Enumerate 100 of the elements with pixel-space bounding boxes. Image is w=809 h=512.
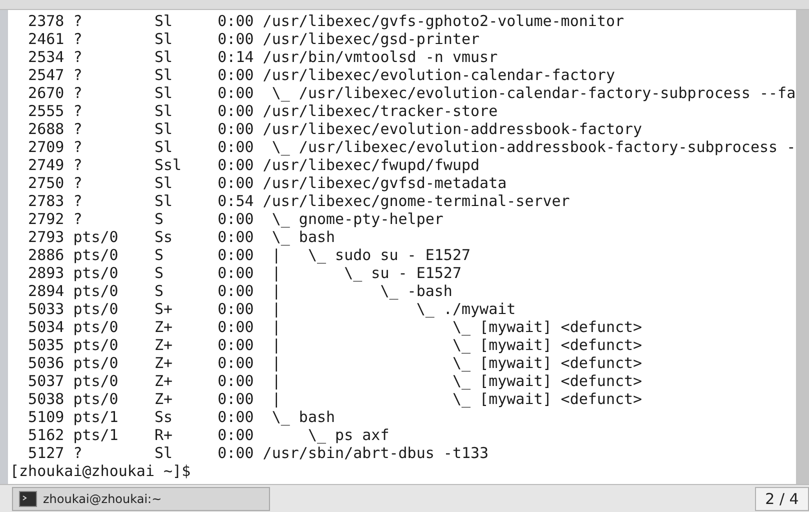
command-text: \_ /usr/libexec/evolution-addressbook-factory-subprocess - bbox=[270, 138, 796, 156]
tty-text: ? bbox=[73, 174, 84, 192]
command-text: \_ bash bbox=[270, 228, 336, 246]
stat-text: S bbox=[154, 282, 164, 300]
stat-text: Sl bbox=[154, 444, 174, 462]
pid-text: 5037 bbox=[27, 372, 64, 390]
stat-text: Z+ bbox=[154, 354, 174, 372]
tty-text: pts/0 bbox=[73, 264, 120, 282]
time-text: 0:00 bbox=[218, 138, 255, 156]
command-text: /usr/bin/vmtoolsd -n vmusr bbox=[262, 48, 498, 66]
stat-text: Ss bbox=[154, 228, 174, 246]
command-text: \_ gnome-pty-helper bbox=[270, 210, 444, 228]
pid-text: 2894 bbox=[27, 282, 64, 300]
stat-text: Z+ bbox=[154, 372, 174, 390]
tty-text: pts/1 bbox=[73, 408, 120, 426]
pid-text: 2783 bbox=[27, 192, 64, 210]
tty-text: ? bbox=[73, 120, 84, 138]
pid-text: 2547 bbox=[27, 66, 64, 84]
command-text: \_ /usr/libexec/evolution-calendar-factory-subprocess --fa bbox=[270, 84, 796, 102]
tty-text: pts/0 bbox=[73, 336, 120, 354]
workspace-switcher[interactable]: 2 / 4 bbox=[755, 486, 809, 510]
time-text: 0:00 bbox=[218, 120, 255, 138]
time-text: 0:00 bbox=[218, 174, 255, 192]
stat-text: Sl bbox=[154, 12, 174, 30]
command-text: \_ bash bbox=[270, 408, 336, 426]
stat-text: Ssl bbox=[154, 156, 183, 174]
pid-text: 2461 bbox=[27, 30, 64, 48]
stat-text: S+ bbox=[154, 300, 174, 318]
stat-text: Sl bbox=[154, 102, 174, 120]
shell-prompt: [zhoukai@zhoukai ~]$ bbox=[10, 462, 191, 480]
time-text: 0:00 bbox=[218, 426, 255, 444]
command-text: \_ ps axf bbox=[306, 426, 390, 444]
tty-text: ? bbox=[73, 66, 84, 84]
command-text: /usr/libexec/tracker-store bbox=[262, 102, 498, 120]
pid-text: 2688 bbox=[27, 120, 64, 138]
time-text: 0:00 bbox=[218, 102, 255, 120]
time-text: 0:14 bbox=[218, 48, 255, 66]
time-text: 0:00 bbox=[218, 372, 255, 390]
stat-text: Sl bbox=[154, 120, 174, 138]
tty-text: pts/0 bbox=[73, 318, 120, 336]
time-text: 0:00 bbox=[218, 66, 255, 84]
time-text: 0:00 bbox=[218, 408, 255, 426]
tty-text: pts/0 bbox=[73, 228, 120, 246]
pid-text: 2749 bbox=[27, 156, 64, 174]
stat-text: Sl bbox=[154, 66, 174, 84]
time-text: 0:00 bbox=[218, 300, 255, 318]
scrollbar[interactable] bbox=[796, 10, 809, 484]
tty-text: pts/0 bbox=[73, 300, 120, 318]
pid-text: 5127 bbox=[27, 444, 64, 462]
pid-text: 2792 bbox=[27, 210, 64, 228]
pid-text: 2709 bbox=[27, 138, 64, 156]
pid-text: 2893 bbox=[27, 264, 64, 282]
stat-text: Sl bbox=[154, 48, 174, 66]
tty-text: ? bbox=[73, 156, 84, 174]
command-text: | \_ [mywait] <defunct> bbox=[270, 372, 642, 390]
command-text: | \_ [mywait] <defunct> bbox=[270, 318, 642, 336]
tty-text: ? bbox=[73, 444, 84, 462]
command-text: | \_ [mywait] <defunct> bbox=[270, 336, 642, 354]
pid-text: 2670 bbox=[27, 84, 64, 102]
stat-text: Ss bbox=[154, 408, 174, 426]
stat-text: Sl bbox=[154, 192, 174, 210]
pid-text: 5033 bbox=[27, 300, 64, 318]
stat-text: S bbox=[154, 210, 164, 228]
command-text: /usr/sbin/abrt-dbus -t133 bbox=[262, 444, 489, 462]
pid-text: 5035 bbox=[27, 336, 64, 354]
tty-text: ? bbox=[73, 192, 84, 210]
time-text: 0:00 bbox=[218, 156, 255, 174]
tty-text: pts/1 bbox=[73, 426, 120, 444]
command-text: /usr/libexec/gsd-printer bbox=[262, 30, 480, 48]
command-text: | \_ sudo su - E1527 bbox=[270, 246, 471, 264]
pid-text: 2793 bbox=[27, 228, 64, 246]
command-text: | \_ [mywait] <defunct> bbox=[270, 390, 642, 408]
command-text: | \_ [mywait] <defunct> bbox=[270, 354, 642, 372]
tty-text: pts/0 bbox=[73, 372, 120, 390]
pid-text: 2555 bbox=[27, 102, 64, 120]
tty-text: pts/0 bbox=[73, 282, 120, 300]
tty-text: ? bbox=[73, 102, 84, 120]
stat-text: Sl bbox=[154, 138, 174, 156]
time-text: 0:00 bbox=[218, 264, 255, 282]
time-text: 0:54 bbox=[218, 192, 255, 210]
pid-text: 2886 bbox=[27, 246, 64, 264]
pid-text: 5109 bbox=[27, 408, 64, 426]
time-text: 0:00 bbox=[218, 210, 255, 228]
tty-text: pts/0 bbox=[73, 390, 120, 408]
tty-text: ? bbox=[73, 12, 84, 30]
stat-text: Z+ bbox=[154, 390, 174, 408]
taskbar-window-button[interactable]: zhoukai@zhoukai:~ bbox=[12, 486, 270, 510]
command-text: /usr/libexec/gvfsd-metadata bbox=[262, 174, 507, 192]
pid-text: 5034 bbox=[27, 318, 64, 336]
stat-text: Sl bbox=[154, 30, 174, 48]
stat-text: R+ bbox=[154, 426, 174, 444]
time-text: 0:00 bbox=[218, 444, 255, 462]
command-text: | \_ -bash bbox=[270, 282, 452, 300]
pid-text: 2378 bbox=[27, 12, 64, 30]
time-text: 0:00 bbox=[218, 354, 255, 372]
stat-text: Z+ bbox=[154, 318, 174, 336]
time-text: 0:00 bbox=[218, 282, 255, 300]
time-text: 0:00 bbox=[218, 30, 255, 48]
time-text: 0:00 bbox=[218, 246, 255, 264]
pid-text: 5036 bbox=[27, 354, 64, 372]
